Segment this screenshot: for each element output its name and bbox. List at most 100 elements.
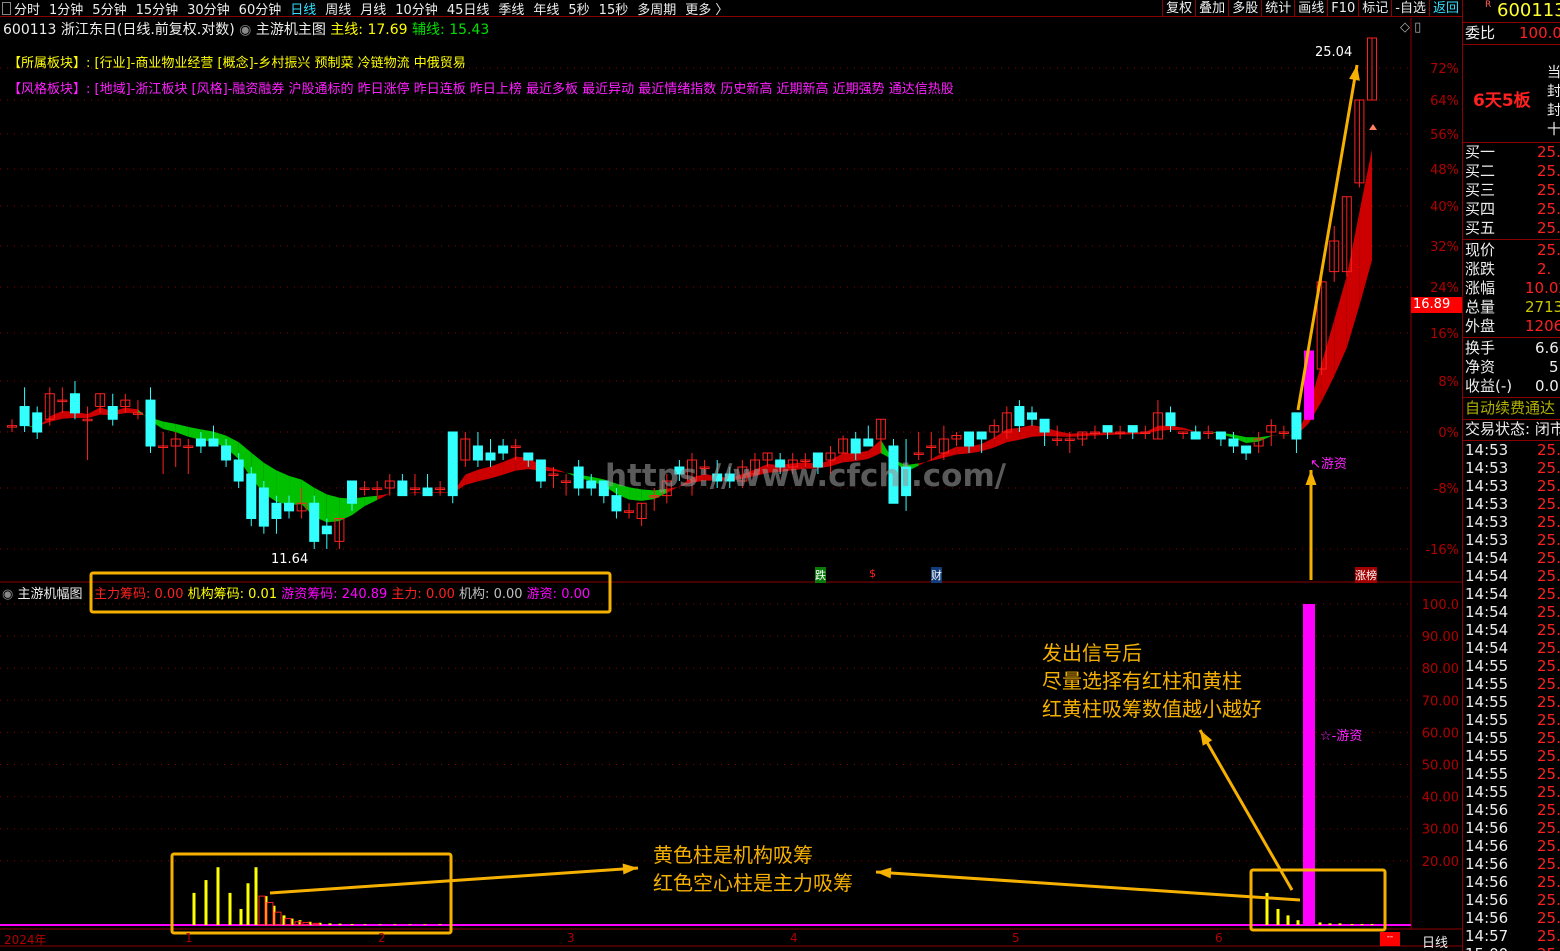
marker-cai[interactable]: 财 [931, 567, 942, 583]
tick-price: 25. [1537, 747, 1560, 765]
trend-band-up [943, 446, 957, 458]
indicator-tick-label: 80.00 [1422, 662, 1459, 677]
bid-price: 25. [1537, 181, 1560, 199]
candle-body [145, 399, 156, 447]
price-tick-label: 64% [1430, 94, 1459, 109]
tick-row: 14:56 25. [1465, 873, 1560, 892]
bid-row: 买二 25. [1465, 162, 1560, 181]
bid-row: 买一 25. [1465, 143, 1560, 162]
trend-band-down [276, 470, 290, 505]
quote-value: 10.02 [1525, 279, 1560, 297]
trend-band-up [1094, 432, 1108, 436]
year-label: 2024年 [4, 933, 47, 947]
marker-die[interactable]: 跌 [815, 567, 826, 583]
trend-band-up [981, 437, 995, 452]
indicator-tick-label: 60.00 [1422, 726, 1459, 741]
tick-time: 14:54 [1465, 639, 1509, 657]
stat-value: 6.60 [1535, 339, 1560, 357]
signal-label: ↖游资 [1310, 457, 1347, 472]
tick-row: 14:53 25. [1465, 459, 1560, 478]
quote-label: 总量 [1465, 298, 1496, 316]
tick-time: 14:55 [1465, 729, 1509, 747]
arrow-head-icon [876, 867, 892, 879]
candle-body [1014, 406, 1025, 427]
main-force-bar [258, 895, 266, 926]
tick-row: 14:54 25. [1465, 621, 1560, 640]
trend-band-down [1246, 437, 1259, 444]
bid-label: 买四 [1465, 200, 1496, 218]
tick-time: 14:53 [1465, 531, 1509, 549]
quote-row: 涨跌 2. [1465, 260, 1560, 279]
candle-body [573, 466, 584, 489]
trend-band-down [188, 426, 201, 440]
quote-row: 现价 25. [1465, 241, 1560, 260]
indicator-item-label: 游资筹码: [281, 587, 338, 602]
side-text: 封 [1547, 84, 1560, 100]
tick-time: 14:55 [1465, 747, 1509, 765]
institution-bar [393, 924, 397, 925]
tick-price: 25. [1537, 855, 1560, 873]
tick-row: 14:54 25. [1465, 549, 1560, 568]
watermark: https://www.cfchi.com/ [605, 458, 1007, 494]
candle-body [69, 393, 80, 414]
indicator-item: 主力筹码: 0.00 [94, 587, 183, 602]
quote-row: 外盘 1206 [1465, 317, 1560, 336]
tick-time: 14:54 [1465, 567, 1509, 585]
institution-bar [1360, 924, 1364, 925]
main-force-bar [266, 902, 274, 926]
dropdown-icon[interactable]: ◉ [2, 587, 13, 602]
max-price-label: 25.04 [1315, 45, 1353, 60]
tick-price: 25. [1537, 927, 1560, 945]
indicator-tick-label: 70.00 [1422, 694, 1459, 709]
tick-price: 25. [1537, 621, 1560, 639]
trend-band-up [87, 407, 101, 419]
tick-price: 25. [1537, 819, 1560, 837]
marker-dollar[interactable]: $ [869, 567, 876, 580]
bid-row: 买三 25. [1465, 181, 1560, 200]
institution-bar [204, 880, 208, 925]
tick-row: 14:55 25. [1465, 747, 1560, 766]
candle-body [523, 452, 534, 461]
candle-body [1127, 425, 1138, 433]
tick-row: 14:56 25. [1465, 819, 1560, 838]
bid-price: 25. [1537, 219, 1560, 237]
tick-time: 14:53 [1465, 459, 1509, 477]
tick-time: 15:00 [1465, 945, 1508, 951]
quote-row: 总量 2713 [1465, 298, 1560, 317]
tick-time: 14:56 [1465, 855, 1509, 873]
tick-row: 14:54 25. [1465, 603, 1560, 622]
trend-band-down [163, 421, 176, 433]
trend-band-up [490, 462, 504, 479]
indicator-item: 主力: 0.00 [391, 587, 454, 602]
tick-time: 14:55 [1465, 675, 1509, 693]
marker-zhangbang[interactable]: 涨榜 [1355, 567, 1377, 583]
quote-value: 25. [1537, 241, 1560, 259]
trend-band-down [289, 475, 302, 505]
annotation-arrow [875, 870, 1301, 902]
stat-row: 收益(-) 0.0 [1465, 377, 1560, 396]
promo-link[interactable]: 自动续费通达 [1465, 399, 1560, 418]
bid-row: 买五 25. [1465, 219, 1560, 238]
institution-bar [1328, 923, 1332, 925]
bid-label: 买二 [1465, 162, 1496, 180]
candle-body [321, 525, 332, 535]
annotation-box [170, 852, 453, 935]
tick-time: 14:53 [1465, 477, 1509, 495]
scroll-indicator[interactable]: -- [1380, 932, 1400, 946]
tick-price: 25. [1537, 495, 1560, 513]
trend-band-up [1006, 427, 1020, 443]
indicator-title[interactable]: ◉ 主游机幅图 [2, 583, 83, 602]
institution-bar [228, 892, 232, 925]
trend-band-up [1157, 425, 1171, 431]
candle-body [1228, 438, 1239, 447]
indicator-item: 机构筹码: 0.01 [188, 587, 277, 602]
trend-band-up [1321, 319, 1335, 402]
candle-body [208, 438, 219, 447]
indicator-tick-label: 90.00 [1422, 630, 1459, 645]
indicator-tick-label: 30.00 [1422, 823, 1459, 838]
trend-band-up [465, 469, 478, 485]
candle-body [258, 487, 269, 527]
tick-price: 25. [1537, 657, 1560, 675]
period-label[interactable]: 日线 [1422, 932, 1448, 951]
candle-body [1039, 418, 1050, 433]
